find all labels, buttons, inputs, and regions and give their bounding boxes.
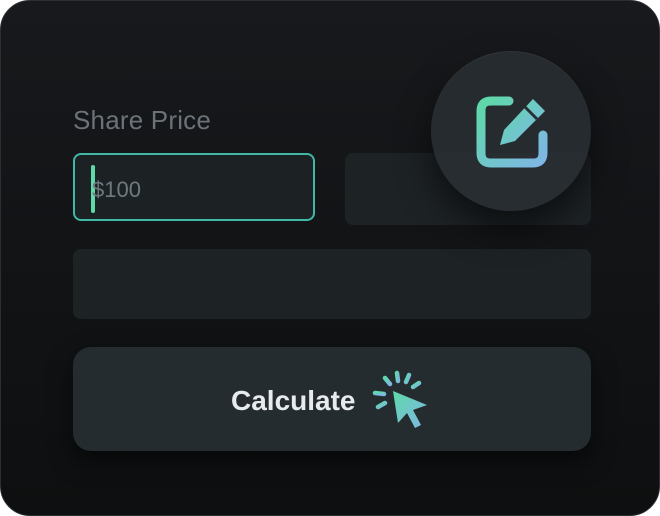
edit-badge[interactable] <box>431 51 591 211</box>
click-cursor-icon <box>372 370 427 428</box>
calculate-button-label: Calculate <box>231 385 356 416</box>
share-price-value: $100 <box>92 177 141 202</box>
share-price-input[interactable]: $100 <box>73 153 315 221</box>
wide-input[interactable] <box>73 249 591 319</box>
share-price-label: Share Price <box>73 105 212 135</box>
calculate-button[interactable]: Calculate <box>73 347 591 451</box>
edit-icon <box>476 96 548 168</box>
calculator-card: Share Price $100 Calculate <box>0 0 660 516</box>
